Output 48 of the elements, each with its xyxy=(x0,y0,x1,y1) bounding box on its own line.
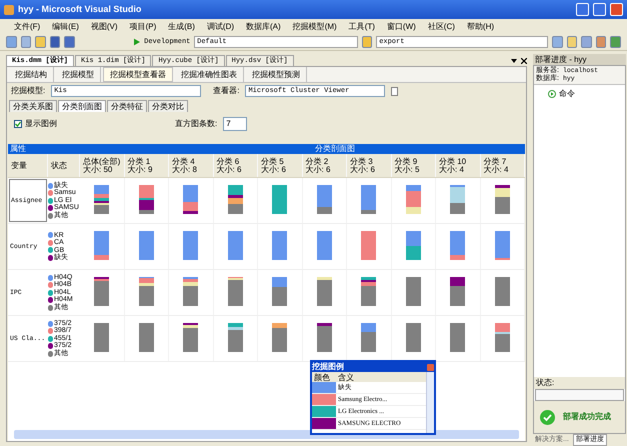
designer-tab[interactable]: 挖掘模型 xyxy=(56,67,101,82)
column-header[interactable]: 变量 xyxy=(8,154,48,177)
menu-item[interactable]: 社区(C) xyxy=(428,20,455,32)
column-header[interactable]: 总体(全部) 大小: 50 xyxy=(80,154,124,177)
viewer-tab[interactable]: 分类关系图 xyxy=(9,100,57,112)
column-header[interactable]: 状态 xyxy=(48,154,80,177)
designer-tab[interactable]: 挖掘模型预测 xyxy=(246,67,307,82)
column-header[interactable]: 分类 2 大小: 6 xyxy=(302,154,347,177)
menu-item[interactable]: 文件(F) xyxy=(14,20,40,32)
viewer-label: 查看器: xyxy=(213,85,240,97)
command-item[interactable]: 命令 xyxy=(559,88,575,100)
profile-header: 分类剖面图 xyxy=(315,143,355,155)
status-label: 状态: xyxy=(534,377,625,389)
column-header[interactable]: 分类 10 大小: 4 xyxy=(436,154,480,177)
column-header[interactable]: 分类 9 大小: 5 xyxy=(392,154,436,177)
designer-tab[interactable]: 挖掘模型查看器 xyxy=(103,67,173,82)
attributes-header: 属性 xyxy=(10,143,27,155)
viewer-tab[interactable]: 分类特征 xyxy=(107,100,147,112)
legend-column-header: 颜色 xyxy=(313,372,331,384)
menu-item[interactable]: 调试(D) xyxy=(206,20,234,32)
window-title: hyy - Microsoft Visual Studio xyxy=(18,2,142,16)
show-legend-label: 显示图例 xyxy=(25,118,58,130)
histogram-bars-spinner[interactable]: 7 xyxy=(223,117,248,131)
menu-item[interactable]: 数据库(A) xyxy=(246,20,281,32)
column-header[interactable]: 分类 5 大小: 6 xyxy=(258,154,302,177)
designer-tab[interactable]: 挖掘准确性图表 xyxy=(175,67,244,82)
histogram-bars-label: 直方图条数: xyxy=(175,118,218,130)
status-message: 部署成功完成 xyxy=(563,411,611,423)
menu-item[interactable]: 工具(T) xyxy=(348,20,375,32)
menu-item[interactable]: 视图(V) xyxy=(90,20,118,32)
menu-item[interactable]: 挖掘模型(M) xyxy=(292,20,337,32)
legend-column-header: 含义 xyxy=(337,372,355,384)
model-label: 挖掘模型: xyxy=(11,85,46,97)
viewer-tab[interactable]: 分类剖面图 xyxy=(58,100,106,112)
viewer-tab[interactable]: 分类对比 xyxy=(148,100,188,112)
menu-item[interactable]: 项目(P) xyxy=(130,20,156,32)
column-header[interactable]: 分类 6 大小: 6 xyxy=(214,154,258,177)
panel-title: 部署进度 - hyy xyxy=(535,54,587,66)
column-header[interactable]: 分类 3 大小: 6 xyxy=(347,154,392,177)
column-header[interactable]: 分类 4 大小: 8 xyxy=(169,154,214,177)
menu-item[interactable]: 窗口(W) xyxy=(386,20,416,32)
legend-title: 挖掘图例 xyxy=(312,361,344,373)
column-header[interactable]: 分类 1 大小: 9 xyxy=(124,154,169,177)
menu-item[interactable]: 编辑(E) xyxy=(52,20,79,32)
menu-item[interactable]: 帮助(H) xyxy=(466,20,494,32)
designer-tab[interactable]: 挖掘结构 xyxy=(9,67,54,82)
menu-item[interactable]: 生成(B) xyxy=(168,20,195,32)
column-header[interactable]: 分类 7 大小: 4 xyxy=(480,154,525,177)
